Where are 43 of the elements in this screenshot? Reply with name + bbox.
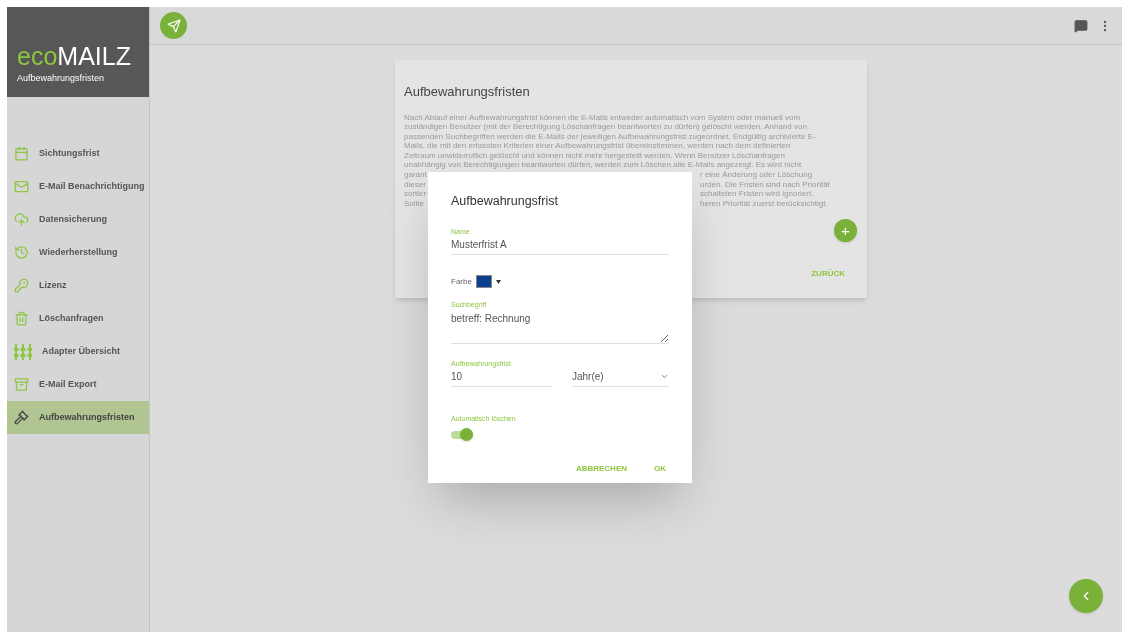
description-text: Zeitraum unwiderruflich gelöscht und können nicht mehr hergestellt werden. Wenn Benutzer Löschanfragen [404, 150, 785, 161]
mail-icon [14, 179, 29, 194]
trash-icon [14, 311, 29, 326]
card-title: Aufbewahrungsfristen [404, 83, 531, 101]
description-text: Mails, die mit den erfassten Kriterien einer Aufbewahrungsfrist übereinstimmen, werden nach dem definierten [404, 141, 791, 151]
app-logo: ecoMAILZ [17, 43, 132, 69]
unit-select[interactable]: Jahr(e) [572, 369, 669, 388]
nav-item[interactable]: Sichtungsfrist [7, 137, 149, 170]
nav-item[interactable]: Adapter Übersicht [7, 335, 149, 368]
field-label: Farbe [451, 275, 472, 288]
key-icon [14, 278, 29, 293]
chat-icon[interactable] [1074, 18, 1088, 33]
description-text: Sollte [404, 198, 424, 209]
nav-item[interactable]: Lizenz [7, 269, 149, 302]
archive-icon [14, 377, 29, 392]
name-field[interactable]: Musterfrist A [451, 237, 669, 256]
nav-item[interactable]: Aufbewahrungsfristen [7, 401, 149, 434]
nav-item[interactable]: E-Mail Export [7, 368, 149, 401]
description-text: garant [404, 170, 427, 180]
cloud-upload-icon [14, 212, 29, 227]
adapter-icon [14, 343, 32, 360]
nav-item[interactable]: Wiederherstellung [7, 236, 149, 269]
description-text: urden. Die Fristen sind nach Priorität [700, 179, 831, 190]
search-field[interactable]: betreff: Rechnung [451, 310, 669, 344]
app-logo-icon [160, 12, 187, 39]
description-text: schalteten Fristen wird ignoriert. [700, 189, 815, 199]
gavel-icon [14, 410, 29, 425]
calendar-icon [14, 146, 29, 161]
dropdown-icon[interactable] [495, 279, 501, 284]
nav-item[interactable]: Datensicherung [7, 203, 149, 236]
description-text: sortier [404, 189, 427, 199]
description-text: zuständigen Benutzer (mit der Berechtigung Löschanfragen beantworten zu dürfen) gelöscht werden. Anhand von [404, 122, 807, 132]
nav-item[interactable]: Löschanfragen [7, 302, 149, 335]
retention-field[interactable]: 10 [451, 369, 552, 388]
history-icon [14, 245, 29, 260]
color-swatch[interactable] [475, 275, 492, 289]
nav-item[interactable]: E-Mail Benachrichtigung [7, 170, 149, 203]
dialog-title: Aufbewahrungsfrist [451, 193, 559, 210]
auto-delete-switch[interactable] [451, 427, 473, 442]
page-subtitle: Aufbewahrungsfristen [17, 71, 106, 85]
description-text: heren Priorität zuerst berücksichtigt. [700, 198, 829, 209]
description-text: Nach Ablauf einer Aufbewahrungsfrist können die E-Mails entweder automatisch vom System oder manuell vom [404, 112, 801, 123]
description-text: dieser [404, 179, 426, 190]
